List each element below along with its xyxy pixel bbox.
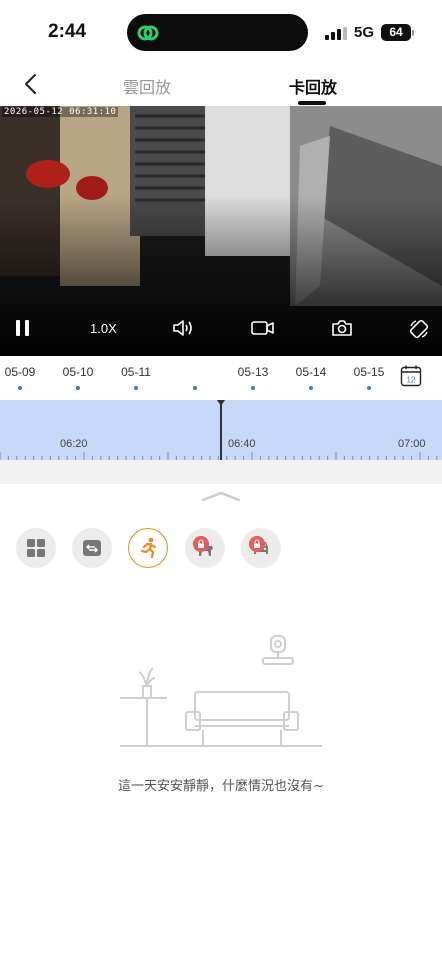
filter-pet-button[interactable] [185, 528, 225, 568]
playback-speed-button[interactable]: 1.0X [90, 321, 117, 336]
signal-icon [325, 27, 347, 40]
battery-icon: 64 [381, 24, 411, 41]
tab-indicator [298, 101, 326, 105]
date-item[interactable]: 05-15 [348, 365, 390, 390]
section-divider [0, 460, 442, 484]
video-player[interactable]: 2026-05-12 06:31:10 1.0X [0, 106, 442, 356]
empty-state-message: 這一天安安靜靜，什麼情況也沒有~ [118, 779, 324, 794]
record-icon[interactable] [250, 318, 276, 338]
back-arrow-icon[interactable] [20, 72, 44, 96]
grid-icon [27, 539, 45, 557]
date-selector: 05-09 05-10 05-11 05-12 05-13 05-14 05-1… [0, 356, 442, 400]
screen-change-icon [83, 540, 101, 556]
event-sheet: 這一天安安靜靜，什麼情況也沒有~ [0, 484, 442, 960]
header: 雲回放 卡回放 [0, 64, 442, 106]
link-app-icon [137, 25, 159, 41]
calendar-day: 12 [407, 376, 416, 385]
video-controls: 1.0X [0, 308, 442, 356]
date-item-selected[interactable]: 05-12 [174, 360, 216, 390]
pause-icon[interactable] [14, 318, 32, 338]
date-item[interactable]: 05-10 [57, 365, 99, 390]
lock-icon [249, 536, 265, 552]
empty-state-illustration [120, 635, 322, 747]
timeline-cursor[interactable] [220, 400, 222, 460]
timeline-label: 06:20 [60, 438, 88, 450]
camera-icon[interactable] [330, 318, 354, 338]
status-time: 2:44 [48, 21, 87, 42]
date-item[interactable]: 05-09 [0, 365, 41, 390]
filter-all-button[interactable] [16, 528, 56, 568]
timeline-label: 06:40 [228, 438, 256, 450]
tab-card-playback[interactable]: 卡回放 [289, 74, 337, 98]
video-timestamp: 2026-05-12 06:31:10 [2, 107, 119, 117]
rotate-screen-icon[interactable] [408, 318, 430, 340]
chevron-up-icon[interactable] [201, 490, 241, 502]
date-item[interactable]: 05-13 [232, 365, 274, 390]
filter-person-button[interactable] [128, 528, 168, 568]
filter-screen-change-button[interactable] [72, 528, 112, 568]
calendar-icon[interactable]: 12 [400, 364, 422, 388]
timeline-cursor-head [217, 400, 225, 406]
volume-icon[interactable] [172, 318, 196, 338]
timeline[interactable]: 06:20 06:40 07:00 [0, 400, 442, 460]
network-type: 5G [354, 24, 375, 41]
tab-cloud-playback[interactable]: 雲回放 [123, 74, 171, 98]
battery-cap [412, 30, 414, 36]
timeline-label: 07:00 [398, 438, 426, 450]
filter-vehicle-button[interactable] [241, 528, 281, 568]
date-item[interactable]: 05-11 [115, 365, 157, 390]
person-running-icon [140, 537, 156, 558]
status-bar: 2:44 5G 64 [0, 0, 442, 64]
dynamic-island [127, 14, 308, 51]
date-item[interactable]: 05-14 [290, 365, 332, 390]
lock-icon [193, 536, 209, 552]
